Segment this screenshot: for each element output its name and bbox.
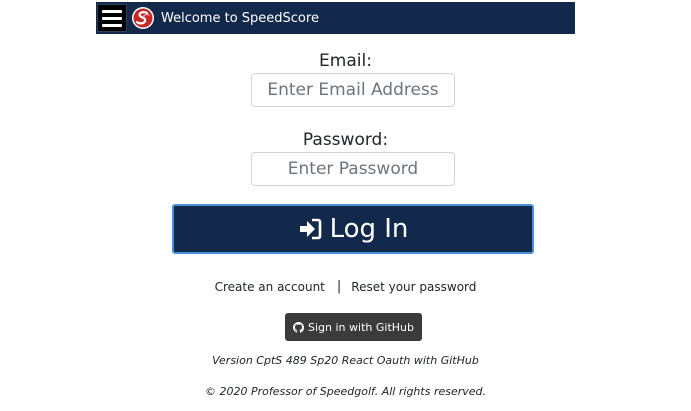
sign-in-icon bbox=[299, 218, 321, 240]
password-label: Password: bbox=[302, 130, 389, 150]
password-field[interactable] bbox=[251, 152, 455, 186]
login-page: Welcome to SpeedScore Email: Password: L… bbox=[0, 0, 691, 411]
email-label: Email: bbox=[319, 51, 372, 71]
account-links: Create an account | Reset your password bbox=[0, 279, 691, 294]
create-account-link[interactable]: Create an account bbox=[215, 280, 325, 294]
github-sign-in-button[interactable]: Sign in with GitHub bbox=[285, 313, 422, 341]
copyright-text: © 2020 Professor of Speedgolf. All right… bbox=[204, 385, 487, 398]
app-title: Welcome to SpeedScore bbox=[161, 10, 319, 26]
navbar: Welcome to SpeedScore bbox=[96, 2, 575, 34]
log-in-label: Log In bbox=[329, 214, 409, 244]
log-in-button[interactable]: Log In bbox=[172, 204, 534, 254]
reset-password-link[interactable]: Reset your password bbox=[351, 280, 476, 294]
menu-bar bbox=[102, 9, 122, 13]
speedscore-logo bbox=[132, 7, 154, 29]
link-separator: | bbox=[336, 279, 342, 294]
menu-bar bbox=[102, 23, 122, 27]
menu-bar bbox=[102, 16, 122, 20]
version-text: Version CptS 489 Sp20 React Oauth with G… bbox=[212, 354, 479, 367]
github-button-label: Sign in with GitHub bbox=[308, 320, 414, 334]
github-icon bbox=[293, 321, 305, 333]
email-field[interactable] bbox=[251, 73, 455, 107]
hamburger-menu-icon[interactable] bbox=[97, 4, 127, 32]
